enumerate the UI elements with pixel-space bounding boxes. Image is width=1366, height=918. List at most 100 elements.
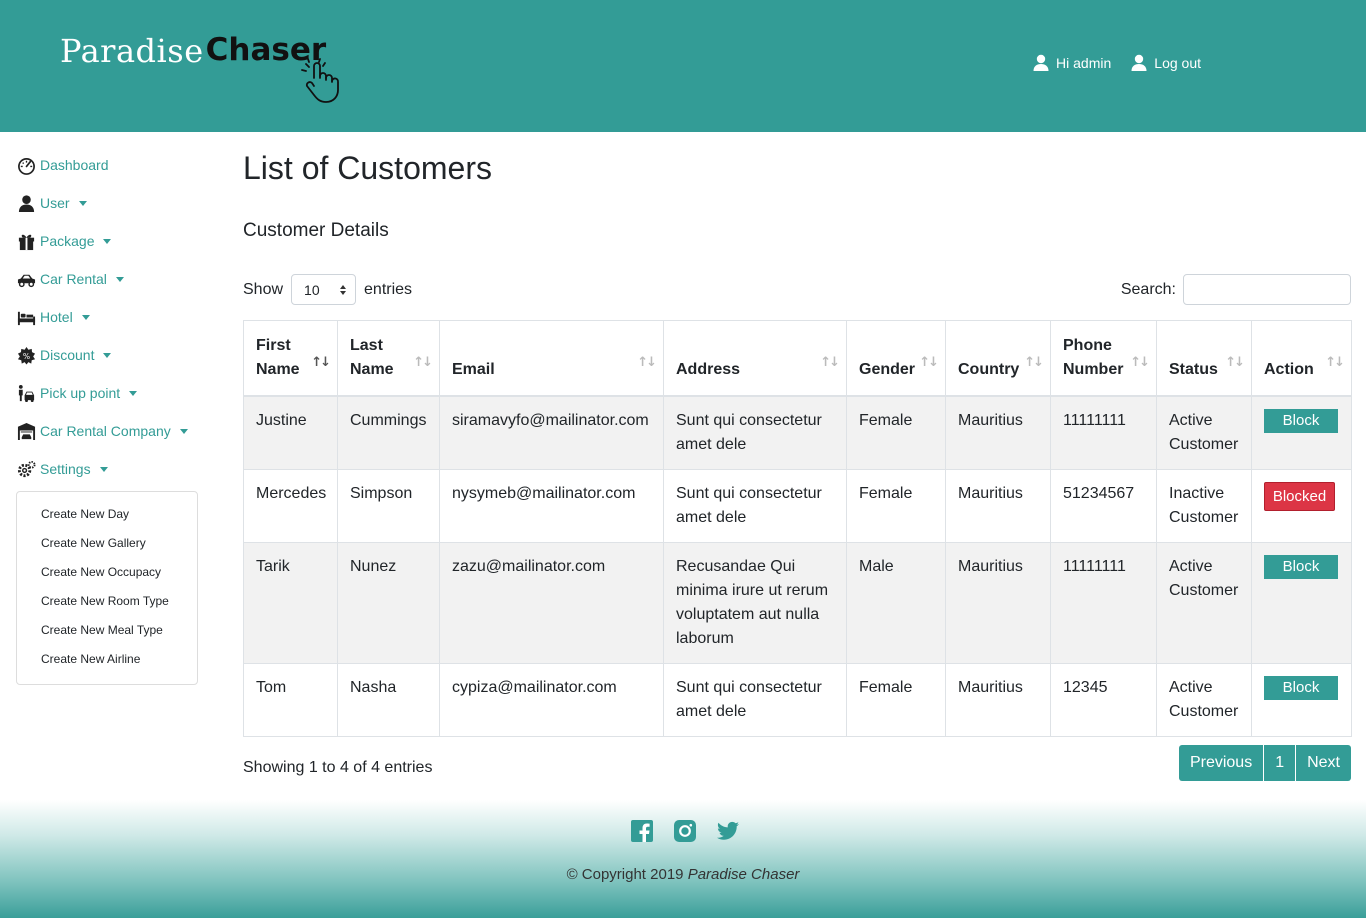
column-header-first-name[interactable]: First Name ↑↓ — [243, 320, 338, 397]
column-header-phone-number[interactable]: Phone Number ↑↓ — [1050, 320, 1157, 397]
cell-status: Active Customer — [1156, 541, 1252, 664]
sidebar-item-label: Car Rental Company — [40, 423, 171, 439]
chevron-down-icon — [103, 353, 112, 358]
column-header-action[interactable]: Action ↑↓ — [1251, 320, 1352, 397]
cell-email: nysymeb@mailinator.com — [439, 468, 664, 543]
table-header-row: First Name ↑↓ Last Name ↑↓ Email ↑↓ Address… — [243, 320, 1352, 397]
bed-icon — [16, 307, 36, 327]
submenu-create-new-airline[interactable]: Create New Airline — [17, 647, 197, 676]
sort-asc-icon: ↑↓ — [311, 354, 331, 370]
cell-status: Active Customer — [1156, 395, 1252, 470]
cell-phone: 51234567 — [1050, 468, 1157, 543]
pointing-hand-icon — [301, 58, 339, 103]
cell-address: Sunt qui consectetur amet dele — [663, 468, 847, 543]
table-row: Tom Nasha cypiza@mailinator.com Sunt qui… — [243, 662, 1352, 737]
chevron-down-icon — [81, 315, 90, 320]
logout-link[interactable]: Log out — [1131, 54, 1201, 71]
cell-country: Mauritius — [945, 395, 1051, 470]
footer: © Copyright 2019 Paradise Chaser — [0, 800, 1366, 918]
discount-badge-icon: % — [16, 345, 36, 365]
next-page-button[interactable]: Next — [1296, 745, 1351, 781]
cell-email: cypiza@mailinator.com — [439, 662, 664, 737]
page-1-button[interactable]: 1 — [1264, 745, 1297, 781]
sort-icon: ↑↓ — [1130, 354, 1150, 370]
sidebar-item-car-rental-company[interactable]: Car Rental Company — [16, 412, 198, 450]
column-header-last-name[interactable]: Last Name ↑↓ — [337, 320, 440, 397]
sidebar-item-car-rental[interactable]: Car Rental — [16, 260, 198, 298]
sidebar: Dashboard User Package Car Rental Hotel … — [16, 146, 198, 685]
column-header-label: Status — [1169, 360, 1218, 378]
block-button[interactable]: Block — [1264, 554, 1338, 579]
cell-country: Mauritius — [945, 468, 1051, 543]
greeting-link[interactable]: Hi admin — [1033, 54, 1111, 71]
block-button[interactable]: Block — [1264, 675, 1338, 700]
top-header: Paradise Chaser Hi admin Log out — [0, 0, 1366, 132]
user-icon — [1131, 54, 1147, 71]
facebook-icon[interactable] — [630, 819, 654, 843]
column-header-country[interactable]: Country ↑↓ — [945, 320, 1051, 397]
chevron-down-icon — [115, 277, 124, 282]
cell-first-name: Tarik — [243, 541, 338, 664]
chevron-down-icon — [99, 467, 108, 472]
column-header-gender[interactable]: Gender ↑↓ — [846, 320, 946, 397]
sidebar-item-hotel[interactable]: Hotel — [16, 298, 198, 336]
page-length-select[interactable]: 10 — [291, 274, 357, 305]
section-title: Customer Details — [243, 220, 389, 241]
customers-table: First Name ↑↓ Last Name ↑↓ Email ↑↓ Address… — [243, 320, 1352, 737]
sidebar-item-discount[interactable]: % Discount — [16, 336, 198, 374]
submenu-create-new-occupacy[interactable]: Create New Occupacy — [17, 560, 197, 589]
cell-action: Block — [1251, 395, 1352, 470]
sidebar-item-user[interactable]: User — [16, 184, 198, 222]
user-icon — [1033, 54, 1049, 71]
sidebar-item-pickup-point[interactable]: Pick up point — [16, 374, 198, 412]
column-header-label: Gender — [859, 360, 916, 378]
sidebar-item-package[interactable]: Package — [16, 222, 198, 260]
sidebar-item-label: Car Rental — [40, 271, 107, 287]
submenu-create-new-room-type[interactable]: Create New Room Type — [17, 589, 197, 618]
search-label: Search: — [1120, 280, 1176, 298]
column-header-label: Address — [676, 360, 741, 378]
column-header-address[interactable]: Address ↑↓ — [663, 320, 847, 397]
cell-first-name: Mercedes — [243, 468, 338, 543]
blocked-button[interactable]: Blocked — [1264, 481, 1335, 511]
cell-gender: Female — [846, 395, 946, 470]
cell-last-name: Nunez — [337, 541, 440, 664]
sidebar-item-label: Discount — [40, 347, 95, 363]
submenu-create-new-day[interactable]: Create New Day — [17, 502, 197, 531]
cell-gender: Female — [846, 468, 946, 543]
column-header-label: Last Name — [350, 336, 394, 378]
sidebar-item-settings[interactable]: Settings — [16, 450, 198, 488]
table-row: Mercedes Simpson nysymeb@mailinator.com … — [243, 468, 1352, 543]
cell-action: Block — [1251, 662, 1352, 737]
sidebar-item-label: Dashboard — [40, 157, 109, 173]
block-button[interactable]: Block — [1264, 408, 1338, 433]
sort-icon: ↑↓ — [637, 354, 657, 370]
table-row: Justine Cummings siramavyfo@mailinator.c… — [243, 395, 1352, 470]
cell-action: Block — [1251, 541, 1352, 664]
cell-phone: 11111111 — [1050, 395, 1157, 470]
cell-country: Mauritius — [945, 541, 1051, 664]
cell-gender: Female — [846, 662, 946, 737]
column-header-status[interactable]: Status ↑↓ — [1156, 320, 1252, 397]
sort-icon: ↑↓ — [1225, 354, 1245, 370]
sidebar-item-label: Pick up point — [40, 385, 121, 401]
copyright-prefix: © Copyright 2019 — [566, 866, 688, 883]
sidebar-item-dashboard[interactable]: Dashboard — [16, 146, 198, 184]
column-header-email[interactable]: Email ↑↓ — [439, 320, 664, 397]
gift-icon — [16, 231, 36, 251]
sort-icon: ↑↓ — [820, 354, 840, 370]
garage-icon — [16, 421, 36, 441]
select-arrows-icon — [340, 284, 347, 295]
page-length-control: Show 10 entries — [243, 274, 412, 305]
brand-logo[interactable]: Paradise Chaser — [60, 32, 339, 104]
previous-page-button[interactable]: Previous — [1178, 745, 1265, 781]
twitter-icon[interactable] — [716, 819, 740, 843]
submenu-create-new-gallery[interactable]: Create New Gallery — [17, 531, 197, 560]
copyright-text: © Copyright 2019 Paradise Chaser — [0, 866, 1366, 883]
sidebar-item-label: Settings — [40, 461, 91, 477]
sort-icon: ↑↓ — [919, 354, 939, 370]
search-input[interactable] — [1183, 274, 1351, 305]
instagram-icon[interactable] — [673, 819, 697, 843]
submenu-create-new-meal-type[interactable]: Create New Meal Type — [17, 618, 197, 647]
show-label: Show — [243, 280, 284, 298]
